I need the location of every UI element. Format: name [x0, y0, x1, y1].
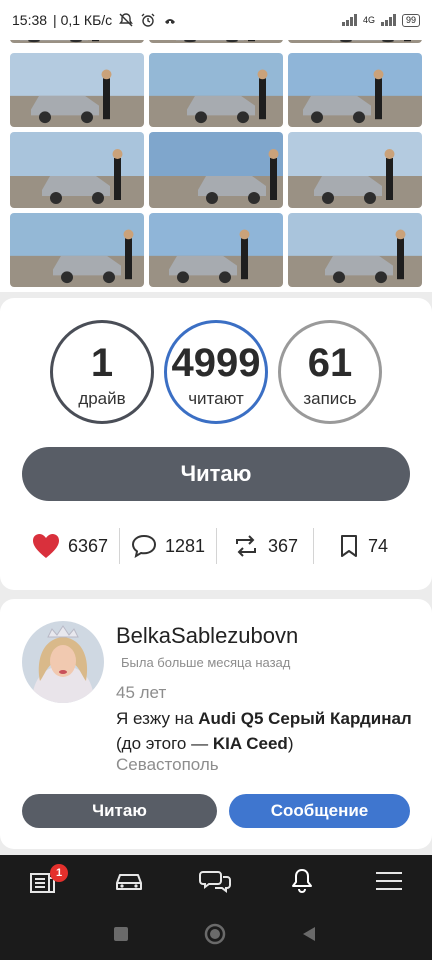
bookmark-count: 74	[368, 535, 389, 556]
posts-count: 61	[307, 341, 353, 385]
current-car-link[interactable]: Audi Q5 Серый Кардинал	[198, 709, 411, 728]
photo-thumbnail[interactable]	[10, 53, 144, 127]
nav-messages[interactable]	[198, 865, 232, 897]
photo-thumbnail[interactable]	[10, 213, 144, 287]
divider	[119, 528, 120, 564]
drives-count: 1	[90, 341, 114, 385]
repost-count: 367	[268, 535, 299, 556]
like-count: 6367	[68, 535, 109, 556]
photo-thumbnail[interactable]	[149, 132, 283, 208]
action-bar: 6367 1281 367 74	[0, 524, 432, 568]
comment-count: 1281	[165, 535, 206, 556]
before-prefix: (до этого —	[116, 734, 209, 753]
profile-follow-button[interactable]: Читаю	[22, 794, 217, 828]
battery-icon: 99	[401, 13, 420, 27]
photo-thumbnail[interactable]	[288, 213, 422, 287]
network-speed: | 0,1 КБ/с	[53, 12, 113, 28]
age: 45 лет	[116, 683, 167, 702]
follow-button[interactable]: Читаю	[22, 447, 410, 501]
repost-button[interactable]: 367	[232, 524, 298, 568]
recent-apps-button[interactable]	[110, 923, 132, 945]
posts-counter[interactable]: 61 запись	[278, 320, 382, 424]
mute-bell-icon	[119, 13, 134, 27]
comments-button[interactable]: 1281	[131, 524, 205, 568]
username[interactable]: BelkaSablezubovn	[116, 623, 298, 649]
drives-counter[interactable]: 1 драйв	[50, 320, 154, 424]
readers-counter[interactable]: 4999 читают	[164, 320, 268, 424]
drives-info: Я езжу на Audi Q5 Серый Кардинал (до это…	[116, 706, 416, 756]
chat-icon	[199, 871, 231, 893]
before-suffix: )	[287, 734, 294, 753]
status-bar: 15:38 | 0,1 КБ/с 4G 99	[0, 0, 432, 40]
photo-thumbnail[interactable]	[149, 53, 283, 127]
photo-thumbnail[interactable]	[149, 213, 283, 287]
profile-card: BelkaSablezubovn Была больше месяца наза…	[0, 599, 432, 849]
repost-icon	[236, 535, 256, 557]
city: Севастополь	[116, 755, 219, 774]
photo-thumbnail[interactable]	[10, 132, 144, 208]
menu-icon	[376, 872, 402, 890]
bookmark-icon	[341, 535, 357, 557]
heart-icon	[33, 534, 59, 558]
home-icon	[204, 923, 226, 945]
phone-icon	[165, 19, 176, 24]
photo-thumbnail[interactable]	[288, 132, 422, 208]
bell-icon	[292, 869, 312, 894]
signal-icon	[341, 14, 357, 26]
divider	[216, 528, 217, 564]
car-icon	[116, 874, 142, 890]
back-icon	[303, 927, 315, 941]
message-button[interactable]: Сообщение	[229, 794, 410, 828]
signal-2-icon	[380, 14, 396, 26]
avatar[interactable]	[22, 621, 104, 703]
comment-icon	[131, 534, 157, 558]
drives-label: драйв	[78, 389, 126, 408]
bottom-nav: 1	[0, 855, 432, 907]
posts-label: запись	[303, 389, 357, 408]
alarm-icon	[141, 13, 155, 27]
divider	[313, 528, 314, 564]
photo-gallery	[0, 26, 432, 292]
stats-card: 1 драйв 4999 читают 61 запись Читаю 6367…	[0, 298, 432, 590]
drives-prefix: Я езжу на	[116, 709, 194, 728]
system-nav	[0, 907, 432, 960]
previous-car-link[interactable]: KIA Ceed	[213, 734, 288, 753]
home-button[interactable]	[204, 923, 226, 945]
nav-menu[interactable]	[372, 865, 406, 897]
last-seen: Была больше месяца назад	[121, 655, 291, 670]
nav-garage[interactable]	[112, 865, 146, 897]
nav-notifications[interactable]	[285, 865, 319, 897]
readers-count: 4999	[171, 341, 261, 385]
network-type: 4G	[362, 15, 375, 25]
readers-label: читают	[188, 389, 244, 408]
photo-thumbnail[interactable]	[288, 53, 422, 127]
recent-apps-icon	[114, 927, 128, 941]
clock: 15:38	[12, 12, 48, 28]
like-button[interactable]: 6367	[32, 524, 108, 568]
notification-badge: 1	[50, 864, 68, 882]
back-button[interactable]	[298, 923, 320, 945]
bookmark-button[interactable]: 74	[338, 524, 388, 568]
